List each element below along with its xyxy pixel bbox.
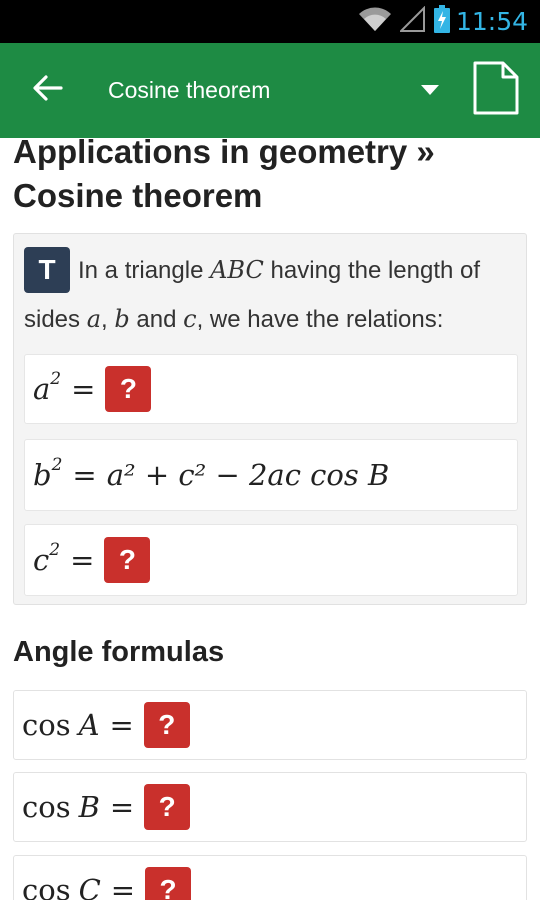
reveal-answer-button[interactable]: ? [104, 537, 151, 583]
document-icon [473, 61, 519, 120]
formula-a-squared: a2 = ? [24, 354, 518, 424]
side-b: b [114, 305, 130, 333]
equals-sign: = [72, 458, 97, 492]
cos-a-formula: cos A = ? [13, 690, 527, 760]
formula-c-squared: c2 = ? [24, 524, 518, 596]
side-c: c [183, 305, 197, 333]
dropdown-triangle-icon [421, 82, 439, 100]
formula-lhs: a2 [33, 369, 62, 406]
wifi-icon [358, 6, 392, 37]
side-a: a [86, 305, 102, 333]
cos-function: cos [22, 790, 71, 824]
equals-sign: = [70, 543, 95, 577]
formula-b-squared: b2 = a² + c² − 2ac cos B [24, 439, 518, 511]
equals-sign: = [109, 790, 135, 824]
theorem-badge: T [24, 246, 70, 293]
theorem-text-end: , we have the relations: [196, 306, 444, 333]
cos-function: cos [22, 873, 71, 900]
battery-charging-icon [433, 5, 450, 38]
cos-function: cos [22, 708, 71, 742]
triangle-name: ABC [210, 256, 264, 284]
app-bar-title[interactable]: Cosine theorem [108, 77, 410, 104]
equals-sign: = [71, 372, 96, 406]
and-word: and [136, 306, 177, 333]
theorem-statement: T In a triangle ABC having the length of … [24, 246, 519, 344]
document-button[interactable] [466, 43, 526, 138]
theorem-card: T In a triangle ABC having the length of … [13, 233, 527, 605]
equals-sign: = [110, 873, 136, 900]
formula-rhs: a² + c² − 2ac cos B [106, 458, 390, 492]
reveal-answer-button[interactable]: ? [144, 784, 191, 830]
back-arrow-icon [33, 75, 63, 106]
content-area[interactable]: Applications in geometry » Cosine theore… [0, 138, 540, 900]
app-bar: Cosine theorem [0, 43, 540, 138]
formula-lhs: c2 [33, 540, 61, 577]
status-bar: 11:54 [0, 0, 540, 43]
back-button[interactable] [8, 43, 88, 138]
cos-c-formula: cos C = ? [13, 855, 527, 900]
reveal-answer-button[interactable]: ? [143, 702, 190, 748]
topic-dropdown-button[interactable] [410, 43, 450, 138]
status-time: 11:54 [455, 7, 528, 36]
status-icons [358, 5, 450, 38]
angle-variable: C [78, 873, 101, 900]
reveal-answer-button[interactable]: ? [105, 366, 152, 412]
cos-b-formula: cos B = ? [13, 772, 527, 842]
reveal-answer-button[interactable]: ? [145, 867, 192, 900]
equals-sign: = [109, 708, 134, 742]
side-separator: , [101, 306, 108, 333]
signal-icon [398, 5, 426, 37]
angle-variable: A [78, 708, 100, 742]
angle-variable: B [78, 790, 100, 824]
theorem-text-before: In a triangle [78, 257, 204, 284]
angle-formulas-heading: Angle formulas [13, 636, 225, 668]
formula-lhs: b2 [33, 455, 63, 492]
page-title: Applications in geometry » Cosine theore… [13, 138, 435, 214]
